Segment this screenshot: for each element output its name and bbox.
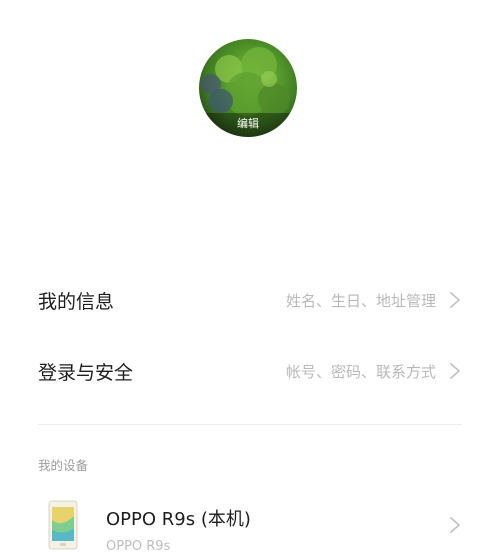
device-item[interactable]: OPPO R9s (本机) OPPO R9s <box>38 496 462 556</box>
settings-item-detail: 姓名、生日、地址管理 <box>285 291 436 310</box>
settings-item-login-security[interactable]: 登录与安全 帐号、密码、联系方式 <box>38 351 462 391</box>
section-divider <box>38 424 462 425</box>
settings-item-detail: 帐号、密码、联系方式 <box>285 362 436 381</box>
section-label-my-devices: 我的设备 <box>38 458 89 473</box>
device-name: OPPO R9s (本机) <box>106 509 251 530</box>
device-model: OPPO R9s <box>106 539 171 554</box>
chevron-right-icon <box>450 363 460 379</box>
avatar-image[interactable]: 编辑 <box>199 39 297 137</box>
chevron-right-icon <box>450 517 460 533</box>
settings-item-title: 我的信息 <box>38 290 115 313</box>
settings-item-my-info[interactable]: 我的信息 姓名、生日、地址管理 <box>38 280 462 320</box>
avatar-edit-label[interactable]: 编辑 <box>199 113 297 137</box>
chevron-right-icon <box>450 292 460 308</box>
avatar[interactable]: 编辑 <box>199 39 297 137</box>
settings-item-title: 登录与安全 <box>38 361 134 384</box>
phone-icon <box>48 500 78 550</box>
